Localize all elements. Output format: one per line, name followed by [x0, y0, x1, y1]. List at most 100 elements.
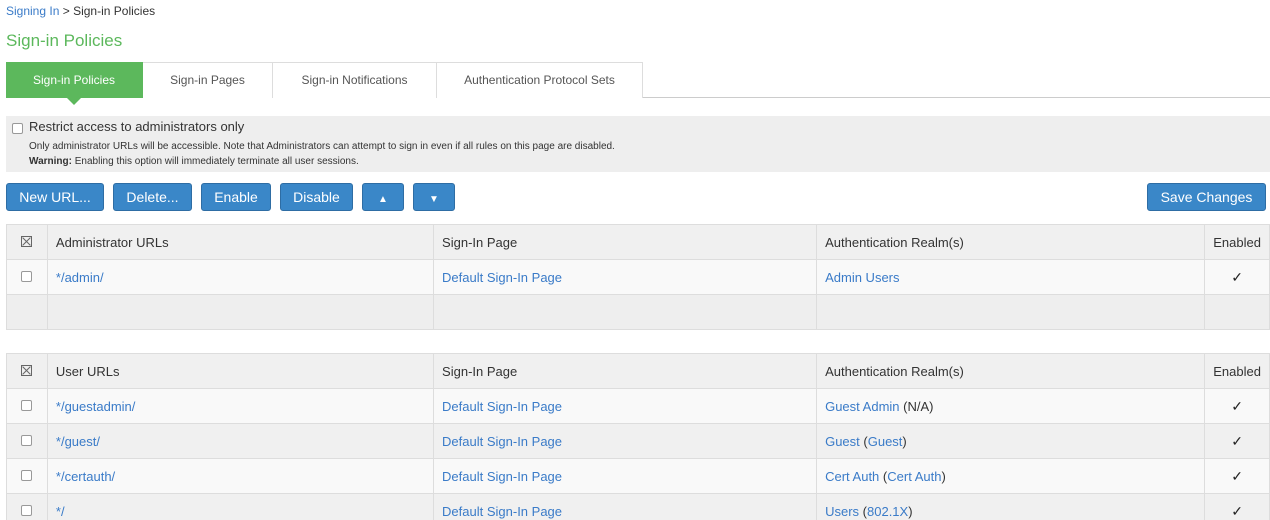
tab-bar: Sign-in Policies Sign-in Pages Sign-in N… — [6, 62, 1270, 105]
realm-cell: Guest (Guest) — [816, 423, 1206, 459]
sign-in-page-cell: Default Sign-In Page — [433, 493, 818, 520]
row-checkbox[interactable] — [21, 469, 33, 481]
arrow-up-icon: ▲ — [378, 194, 388, 205]
row-checkbox[interactable] — [21, 434, 33, 446]
check-icon: ✓ — [1231, 502, 1243, 519]
move-up-button[interactable]: ▲ — [362, 183, 404, 211]
realm-link[interactable]: Cert Auth — [825, 469, 879, 484]
sign-in-page-link[interactable]: Default Sign-In Page — [442, 504, 562, 519]
table-row-empty — [6, 294, 1270, 330]
sign-in-page-cell: Default Sign-In Page — [433, 423, 818, 459]
empty-cell — [433, 294, 818, 330]
realm-sub-link[interactable]: Cert Auth — [887, 469, 941, 484]
realm-link[interactable]: Guest — [825, 434, 860, 449]
select-all-icon — [21, 235, 33, 247]
table-row: */guestadmin/ Default Sign-In Page Guest… — [6, 388, 1270, 424]
sign-in-page-link[interactable]: Default Sign-In Page — [442, 399, 562, 414]
paren: ) — [941, 468, 946, 484]
row-checkbox-cell — [6, 423, 48, 459]
enable-button[interactable]: Enable — [201, 183, 271, 211]
sign-in-page-cell: Default Sign-In Page — [433, 388, 818, 424]
save-changes-button[interactable]: Save Changes — [1147, 183, 1266, 211]
realm-cell: Users (802.1X) — [816, 493, 1206, 520]
table-row: */ Default Sign-In Page Users (802.1X) ✓ — [6, 493, 1270, 520]
select-all-header[interactable] — [6, 353, 48, 389]
delete-button[interactable]: Delete... — [113, 183, 192, 211]
row-checkbox[interactable] — [21, 270, 33, 282]
breadcrumb-link-signing-in[interactable]: Signing In — [6, 4, 59, 18]
enabled-cell: ✓ — [1204, 458, 1270, 494]
restrict-access-note: Only administrator URLs will be accessib… — [29, 141, 615, 152]
restrict-access-panel: Restrict access to administrators only O… — [6, 116, 1270, 172]
sign-in-page-cell: Default Sign-In Page — [433, 458, 818, 494]
admin-table-header: Administrator URLs Sign-In Page Authenti… — [6, 224, 1270, 260]
restrict-access-warning: Warning: Enabling this option will immed… — [29, 156, 359, 167]
breadcrumb-separator: > — [62, 4, 70, 18]
empty-cell — [6, 294, 48, 330]
paren: ( — [859, 433, 868, 449]
realm-cell: Cert Auth (Cert Auth) — [816, 458, 1206, 494]
realm-note: (N/A) — [899, 398, 934, 414]
breadcrumb: Signing In > Sign-in Policies — [6, 4, 155, 18]
row-checkbox-cell — [6, 493, 48, 520]
header-sign-in-page: Sign-In Page — [433, 353, 818, 389]
url-cell: */certauth/ — [46, 458, 435, 494]
header-auth-realms: Authentication Realm(s) — [816, 224, 1206, 260]
url-link[interactable]: */certauth/ — [56, 469, 115, 484]
realm-cell: Admin Users — [816, 259, 1206, 295]
select-all-header[interactable] — [6, 224, 48, 260]
select-all-icon — [21, 364, 33, 376]
empty-cell — [1204, 294, 1270, 330]
enabled-cell: ✓ — [1204, 493, 1270, 520]
user-urls-table: User URLs Sign-In Page Authentication Re… — [6, 353, 1270, 520]
url-cell: */admin/ — [46, 259, 435, 295]
header-user-urls: User URLs — [46, 353, 435, 389]
row-checkbox[interactable] — [21, 504, 33, 516]
new-url-button[interactable]: New URL... — [6, 183, 104, 211]
check-icon: ✓ — [1231, 467, 1243, 484]
disable-button[interactable]: Disable — [280, 183, 353, 211]
sign-in-page-link[interactable]: Default Sign-In Page — [442, 469, 562, 484]
sign-in-page-link[interactable]: Default Sign-In Page — [442, 270, 562, 285]
table-row: */guest/ Default Sign-In Page Guest (Gue… — [6, 423, 1270, 459]
realm-sub-link[interactable]: 802.1X — [867, 504, 908, 519]
header-enabled: Enabled — [1204, 224, 1270, 260]
url-link[interactable]: */guest/ — [56, 434, 100, 449]
empty-cell — [46, 294, 435, 330]
tab-authentication-protocol-sets[interactable]: Authentication Protocol Sets — [437, 62, 643, 98]
url-cell: */guest/ — [46, 423, 435, 459]
tab-sign-in-notifications[interactable]: Sign-in Notifications — [273, 62, 437, 98]
row-checkbox[interactable] — [21, 399, 33, 411]
paren: ) — [908, 503, 913, 519]
user-table-header: User URLs Sign-In Page Authentication Re… — [6, 353, 1270, 389]
url-link[interactable]: */admin/ — [56, 270, 104, 285]
row-checkbox-cell — [6, 259, 48, 295]
url-cell: */ — [46, 493, 435, 520]
warning-label: Warning: — [29, 156, 72, 167]
check-icon: ✓ — [1231, 432, 1243, 449]
check-icon: ✓ — [1231, 268, 1243, 285]
restrict-access-checkbox[interactable] — [12, 123, 23, 134]
url-cell: */guestadmin/ — [46, 388, 435, 424]
enabled-cell: ✓ — [1204, 423, 1270, 459]
paren: ) — [902, 433, 907, 449]
arrow-down-icon: ▼ — [429, 194, 439, 205]
paren: ( — [859, 503, 867, 519]
tab-sign-in-policies[interactable]: Sign-in Policies — [6, 62, 143, 105]
check-icon: ✓ — [1231, 397, 1243, 414]
header-sign-in-page: Sign-In Page — [433, 224, 818, 260]
url-link[interactable]: */ — [56, 504, 65, 519]
url-link[interactable]: */guestadmin/ — [56, 399, 136, 414]
sign-in-page-link[interactable]: Default Sign-In Page — [442, 434, 562, 449]
table-row: */certauth/ Default Sign-In Page Cert Au… — [6, 458, 1270, 494]
realm-link[interactable]: Users — [825, 504, 859, 519]
move-down-button[interactable]: ▼ — [413, 183, 455, 211]
realm-sub-link[interactable]: Guest — [868, 434, 903, 449]
tab-sign-in-pages[interactable]: Sign-in Pages — [143, 62, 273, 98]
row-checkbox-cell — [6, 388, 48, 424]
realm-link[interactable]: Admin Users — [825, 270, 899, 285]
enabled-cell: ✓ — [1204, 388, 1270, 424]
empty-cell — [816, 294, 1206, 330]
header-auth-realms: Authentication Realm(s) — [816, 353, 1206, 389]
realm-link[interactable]: Guest Admin — [825, 399, 899, 414]
